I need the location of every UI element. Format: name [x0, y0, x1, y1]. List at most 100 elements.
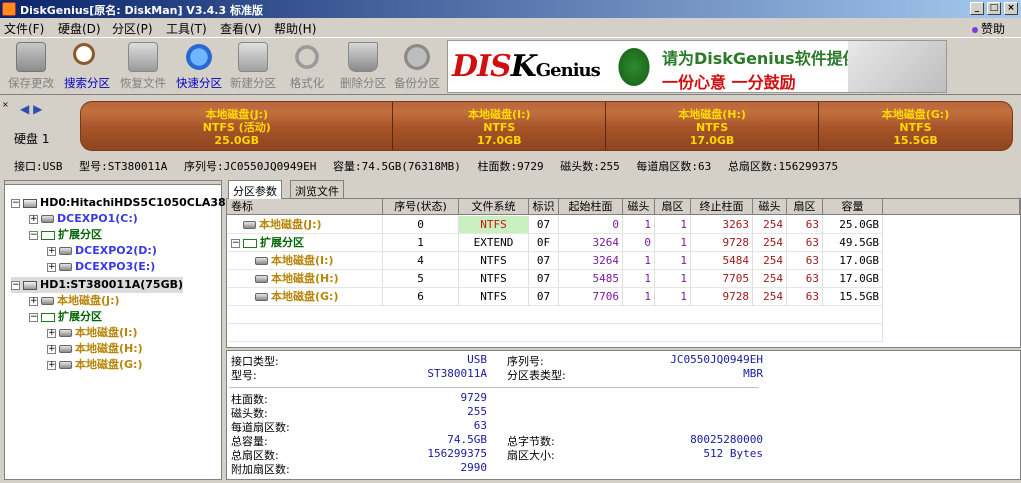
cell-id: 07 — [529, 216, 559, 234]
tree-item-local-h[interactable]: + 本地磁盘(H:) — [47, 341, 143, 357]
partition-segment-name: 本地磁盘(H:) — [678, 108, 746, 121]
partition-bar[interactable]: 本地磁盘(J:) NTFS (活动) 25.0GB 本地磁盘(I:) NTFS 17.0G… — [80, 101, 1013, 151]
partition-segment[interactable]: 本地磁盘(I:) NTFS 17.0GB — [393, 102, 607, 150]
tree-item-hd1[interactable]: − HD1:ST380011A(75GB) — [11, 277, 184, 293]
tree-item-local-i[interactable]: + 本地磁盘(I:) — [47, 325, 138, 341]
column-header[interactable]: 起始柱面 — [559, 199, 623, 215]
cell-end-sec: 63 — [787, 288, 823, 306]
delete-partition-label: 删除分区 — [340, 76, 386, 90]
close-button[interactable]: × — [1004, 2, 1018, 15]
expand-icon[interactable]: + — [29, 214, 38, 224]
tree-item-dcexpo3[interactable]: + DCEXPO3(E:) — [47, 259, 155, 275]
column-header[interactable]: 扇区 — [787, 199, 823, 215]
next-disk-icon[interactable]: ▶ — [33, 102, 42, 116]
column-header[interactable]: 扇区 — [655, 199, 691, 215]
donate-link[interactable]: 赞助 — [971, 20, 1005, 37]
partition-icon — [59, 361, 72, 369]
disk-nav-arrows[interactable]: ◀ ▶ — [20, 102, 42, 116]
tree-dcexpo1-label: DCEXPO1(C:) — [57, 212, 138, 225]
volume-label-text: 本地磁盘(I:) — [271, 254, 334, 267]
partition-icon — [255, 275, 268, 283]
cell-end-head: 254 — [753, 288, 787, 306]
menu-file[interactable]: 文件(F) — [4, 20, 44, 37]
detail-sector-size-label: 扇区大小: — [507, 449, 555, 462]
collapse-icon[interactable]: − — [11, 280, 20, 290]
expand-icon[interactable]: + — [47, 262, 56, 272]
column-header[interactable]: 标识 — [529, 199, 559, 215]
collapse-icon[interactable]: − — [11, 198, 20, 208]
recover-files-button[interactable]: 恢复文件 — [116, 40, 170, 94]
column-header[interactable]: 文件系统 — [459, 199, 529, 215]
tree-item-hd1-extended[interactable]: − 扩展分区 — [29, 309, 102, 325]
logo-genius: Genius — [535, 60, 601, 81]
prev-disk-icon[interactable]: ◀ — [20, 102, 29, 116]
quick-partition-button[interactable]: 快速分区 — [172, 40, 226, 94]
cell-volume-label: 本地磁盘(J:) — [227, 216, 383, 234]
expand-icon[interactable]: + — [47, 328, 56, 338]
cell-start-head: 1 — [623, 288, 655, 306]
collapse-icon[interactable]: − — [231, 238, 240, 248]
tree-item-dcexpo2[interactable]: + DCEXPO2(D:) — [47, 243, 157, 259]
partition-segment[interactable]: 本地磁盘(J:) NTFS (活动) 25.0GB — [81, 102, 394, 150]
partition-segment[interactable]: 本地磁盘(G:) NTFS 15.5GB — [819, 102, 1012, 150]
empty-row — [227, 306, 883, 324]
column-header[interactable]: 磁头 — [623, 199, 655, 215]
menu-help[interactable]: 帮助(H) — [274, 20, 316, 37]
backup-partition-button[interactable]: 备份分区 — [390, 40, 444, 94]
tree-item-local-j[interactable]: + 本地磁盘(J:) — [29, 293, 120, 309]
expand-icon[interactable]: + — [29, 296, 38, 306]
expand-icon[interactable]: + — [47, 360, 56, 370]
column-header[interactable]: 磁头 — [753, 199, 787, 215]
new-partition-button[interactable]: 新建分区 — [226, 40, 280, 94]
menu-partition[interactable]: 分区(P) — [112, 20, 153, 37]
tab-browse-files[interactable]: 浏览文件 — [290, 180, 344, 198]
menu-tools[interactable]: 工具(T) — [166, 20, 207, 37]
column-header[interactable]: 容量 — [823, 199, 883, 215]
save-changes-button[interactable]: 保存更改 — [4, 40, 58, 94]
format-button[interactable]: 格式化 — [280, 40, 334, 94]
cell-end-sec: 63 — [787, 234, 823, 252]
column-header[interactable]: 序号(状态) — [383, 199, 459, 215]
tree-item-hd0[interactable]: − HD0:HitachiHDS5C1050CLA38 — [11, 195, 226, 211]
maximize-button[interactable]: □ — [987, 2, 1001, 15]
toolbar: 保存更改 搜索分区 恢复文件 快速分区 新建分区 格式化 删除分区 备份分区 D… — [0, 37, 1021, 95]
info-cylinders: 柱面数:9729 — [477, 160, 544, 173]
tree-splitter[interactable] — [5, 181, 221, 185]
partition-segment-fs: NTFS — [695, 121, 729, 134]
details-separator — [229, 387, 759, 388]
cell-end-head: 254 — [753, 216, 787, 234]
cell-volume-label: 本地磁盘(H:) — [227, 270, 383, 288]
info-interface: 接口:USB — [14, 160, 63, 173]
detail-extra-sectors-label: 附加扇区数: — [231, 463, 290, 476]
minimize-button[interactable]: _ — [970, 2, 984, 15]
tree-item-dcexpo1[interactable]: + DCEXPO1(C:) — [29, 211, 138, 227]
tree-item-hd0-extended[interactable]: − 扩展分区 — [29, 227, 102, 243]
search-partition-button[interactable]: 搜索分区 — [60, 40, 114, 94]
delete-partition-icon — [348, 42, 378, 72]
delete-partition-button[interactable]: 删除分区 — [336, 40, 390, 94]
expand-icon[interactable]: + — [47, 246, 56, 256]
cell-start-cyl: 0 — [559, 216, 623, 234]
tree-item-local-g[interactable]: + 本地磁盘(G:) — [47, 357, 142, 373]
collapse-icon[interactable]: − — [29, 230, 38, 240]
collapse-icon[interactable]: − — [29, 312, 38, 322]
tab-partition-params[interactable]: 分区参数 — [228, 180, 282, 199]
partition-icon — [243, 221, 256, 229]
cell-start-head: 1 — [623, 252, 655, 270]
partition-segment-size: 15.5GB — [893, 134, 938, 147]
menu-view[interactable]: 查看(V) — [220, 20, 262, 37]
column-header[interactable]: 终止柱面 — [691, 199, 753, 215]
info-total-sectors: 总扇区数:156299375 — [727, 160, 839, 173]
column-header[interactable]: 卷标 — [227, 199, 383, 215]
sponsor-banner[interactable]: DISKGenius 请为DiskGenius软件提供赞助 一份心意 一分鼓励 — [447, 40, 947, 93]
partition-segment-size: 25.0GB — [214, 134, 259, 147]
partition-segment[interactable]: 本地磁盘(H:) NTFS 17.0GB — [606, 102, 819, 150]
volume-label-text: 本地磁盘(J:) — [259, 218, 322, 231]
hard-disk-icon — [23, 198, 37, 208]
pin-icon: × — [2, 100, 9, 109]
disk-info-line: 接口:USB 型号:ST380011A 序列号:JC0550JQ0949EH 容… — [14, 158, 848, 174]
menu-disk[interactable]: 硬盘(D) — [58, 20, 101, 37]
expand-icon[interactable]: + — [47, 344, 56, 354]
format-icon — [292, 42, 322, 72]
disk-tree-panel[interactable]: − HD0:HitachiHDS5C1050CLA38 + DCEXPO1(C:) … — [4, 180, 226, 480]
